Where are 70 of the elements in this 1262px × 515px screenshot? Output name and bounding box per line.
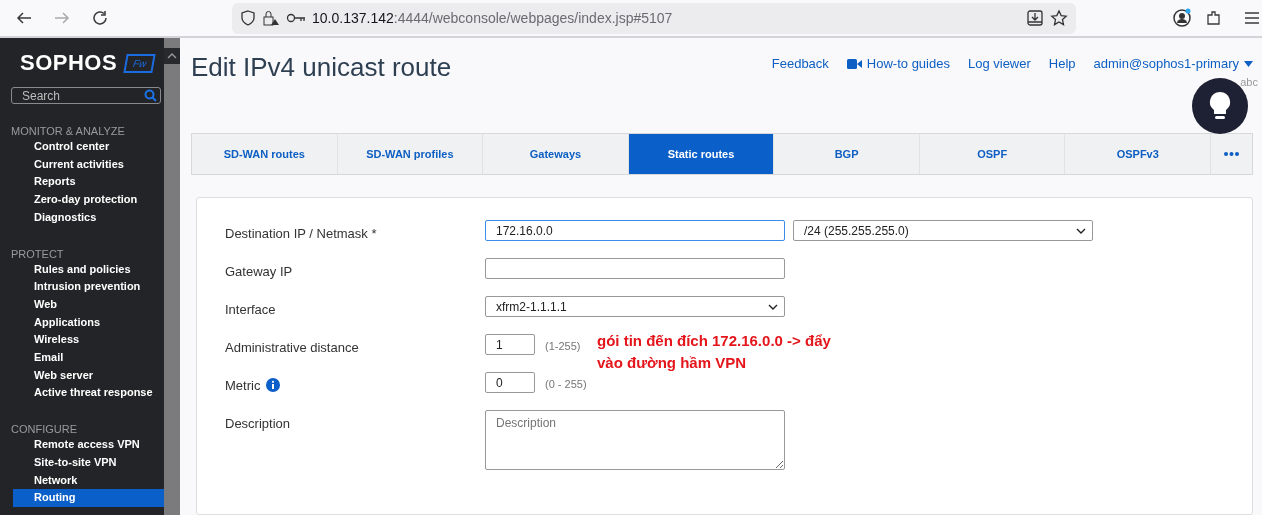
number-field[interactable]: 0 bbox=[485, 372, 535, 393]
caret-icon bbox=[1244, 60, 1253, 67]
chevron-down-icon bbox=[1076, 227, 1086, 234]
sidebar-item[interactable]: Applications bbox=[13, 313, 164, 332]
field-label: Gateway IP bbox=[225, 264, 293, 279]
info-icon[interactable] bbox=[266, 378, 281, 392]
field-label: Description bbox=[225, 416, 291, 431]
header-link[interactable]: Log viewer bbox=[967, 56, 1031, 71]
sidebar-item[interactable]: Email bbox=[13, 349, 164, 367]
search-icon[interactable] bbox=[144, 89, 157, 103]
section-title: MONITOR & ANALYZE bbox=[11, 125, 126, 139]
logo: SOPHOS bbox=[20, 50, 118, 76]
key-icon[interactable] bbox=[286, 12, 306, 24]
video-camera-icon bbox=[846, 58, 862, 69]
scroll-up-icon[interactable] bbox=[164, 48, 180, 64]
sidebar-item[interactable]: Wireless bbox=[13, 331, 164, 350]
sidebar-item[interactable]: Web server bbox=[13, 366, 164, 385]
section-title: PROTECT bbox=[11, 247, 65, 261]
lock-warning-icon[interactable] bbox=[262, 10, 280, 26]
tab[interactable]: Static routes bbox=[628, 134, 775, 174]
url-text[interactable]: 10.0.137.142:4444/webconsole/webpages/index.jsp#5107 bbox=[312, 10, 673, 26]
header-link[interactable]: Feedback bbox=[771, 56, 829, 71]
header-link[interactable]: How-to guides bbox=[846, 56, 950, 71]
sidebar-item[interactable]: Remote access VPN bbox=[13, 436, 164, 454]
product-badge: Fw bbox=[123, 53, 157, 73]
sidebar-item[interactable]: Reports bbox=[13, 173, 164, 192]
field-label: Destination IP / Netmask * bbox=[225, 226, 377, 241]
field-label: Interface bbox=[225, 302, 276, 317]
section-title: CONFIGURE bbox=[11, 423, 78, 437]
sidebar-item[interactable]: Site-to-site VPN bbox=[13, 453, 164, 472]
page-title: Edit IPv4 unicast route bbox=[191, 52, 452, 84]
shield-icon[interactable] bbox=[240, 10, 256, 26]
star-icon[interactable] bbox=[1050, 9, 1068, 27]
tab[interactable]: BGP bbox=[774, 134, 920, 174]
sidebar-item[interactable]: Routing bbox=[13, 489, 164, 507]
chevron-down-icon bbox=[768, 303, 778, 310]
interface-select[interactable]: xfrm2-1.1.1.1 bbox=[485, 296, 785, 317]
tab[interactable]: SD-WAN routes bbox=[192, 134, 338, 174]
range-hint: (0 - 255) bbox=[545, 378, 587, 392]
field-label: Metric bbox=[225, 378, 261, 393]
address-bar[interactable]: 10.0.137.142:4444/webconsole/webpages/index.jsp#5107 bbox=[232, 2, 1076, 34]
user-sublabel: abc bbox=[1240, 76, 1258, 88]
sidebar-item[interactable]: Control center bbox=[13, 138, 164, 156]
download-icon[interactable] bbox=[1026, 9, 1044, 27]
header-link[interactable]: Help bbox=[1048, 56, 1076, 71]
sidebar-item[interactable]: Active threat response bbox=[13, 384, 164, 403]
sidebar-item[interactable]: Rules and policies bbox=[13, 260, 164, 279]
sidebar-item[interactable]: Diagnostics bbox=[13, 208, 164, 227]
sidebar-item[interactable]: Current activities bbox=[13, 155, 164, 174]
lightbulb-icon bbox=[1209, 91, 1231, 121]
range-hint: (1-255) bbox=[545, 340, 581, 354]
tab[interactable]: OSPFv3 bbox=[1065, 134, 1212, 174]
sidebar-item[interactable]: Zero-day protection bbox=[13, 191, 164, 209]
sidebar-item[interactable]: Network bbox=[13, 471, 164, 490]
more-icon[interactable] bbox=[1224, 152, 1240, 156]
tab[interactable]: OSPF bbox=[919, 134, 1066, 174]
netmask-select[interactable]: /24 (255.255.255.0) bbox=[793, 220, 1093, 241]
field-label: Administrative distance bbox=[225, 340, 359, 355]
number-field[interactable]: 1 bbox=[485, 334, 535, 355]
header-link[interactable]: admin@sophos1-primary bbox=[1093, 56, 1253, 71]
account-icon[interactable] bbox=[1172, 8, 1192, 28]
annotation-text: gói tin đến đích 172.16.0.0 -> đẩy vào đường hầm VPN bbox=[597, 331, 832, 373]
sidebar-item[interactable]: Web bbox=[13, 295, 164, 314]
destination-ip-field[interactable]: 172.16.0.0 bbox=[485, 220, 785, 241]
search-field[interactable]: Search bbox=[11, 87, 161, 105]
tab[interactable]: SD-WAN profiles bbox=[337, 134, 484, 174]
sidebar-item[interactable]: Intrusion prevention bbox=[13, 278, 164, 296]
tab[interactable]: Gateways bbox=[483, 134, 629, 174]
gateway-ip-field[interactable] bbox=[485, 258, 785, 279]
description-field[interactable]: Description bbox=[485, 410, 785, 470]
